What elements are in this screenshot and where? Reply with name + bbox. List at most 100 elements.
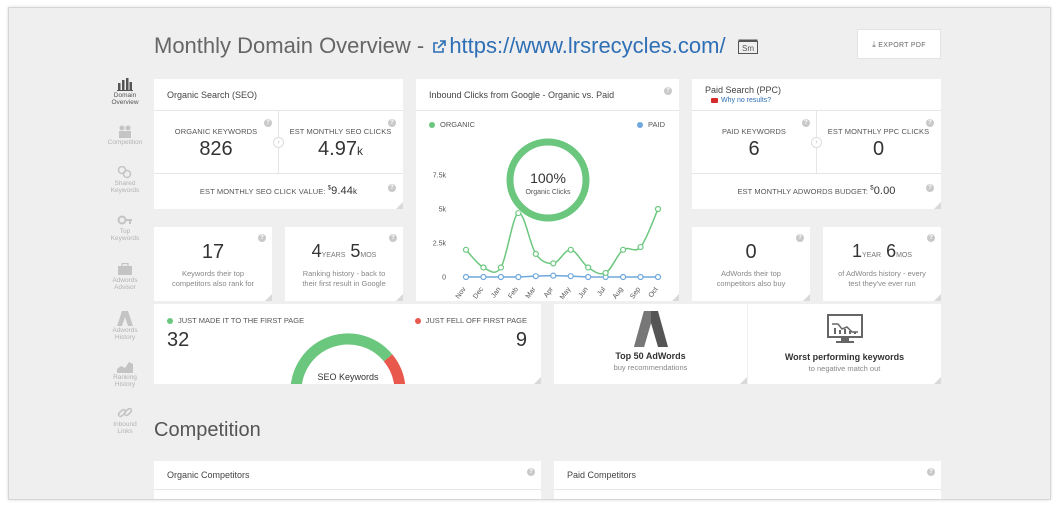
sidebar-item-inbound-links[interactable]: Inbound Links [105,405,145,435]
sidebar-item-label: Links [117,428,133,435]
donut-percent: 100% [530,170,566,186]
sidebar-item-adwords-advisor[interactable]: Adwords Advisor [105,263,145,291]
export-pdf-label: EXPORT PDF [878,42,926,49]
adwords-logo-icon [117,311,133,326]
organic-competitors-card: Organic Competitors ? [154,461,541,499]
help-icon[interactable]: ? [927,468,935,476]
help-icon[interactable]: ? [527,468,535,476]
monitor-chart-icon [827,314,863,343]
card-title: Organic Search (SEO) [167,90,258,100]
adwords-years-unit: YEAR [861,252,882,259]
sidebar-item-label: Keywords [110,235,140,242]
key-icon [117,215,132,225]
help-icon[interactable]: ? [802,119,810,127]
data-point-paid [567,273,574,280]
sidebar-item-label: Competition [107,139,143,146]
adwords-years: 1 [851,241,862,261]
link-icon [117,407,133,418]
worst-keywords-subtitle: to negative match out [808,364,881,373]
paid-keywords-value: 6 [748,138,760,160]
sidebar-item-shared-keywords[interactable]: Shared Keywords [105,166,145,194]
shared-keywords-icon [117,166,132,179]
seo-clicks-label: EST MONTHLY SEO CLICKS [289,127,392,136]
data-point-paid [515,273,522,281]
sidebar-item-ranking-history[interactable]: Ranking History [105,360,145,388]
external-link-icon[interactable] [432,40,447,54]
top50-subtitle: buy recommendations [613,363,688,372]
youtube-icon [711,97,718,103]
help-icon[interactable]: ? [926,119,934,127]
data-point-organic [585,264,592,271]
data-point-paid [532,273,539,280]
organic-keywords-value: 826 [199,138,233,160]
competitor-adwords-card[interactable]: ? 0 AdWords their top competitors also b… [692,227,810,301]
sidebar-item-label: Adwords [112,327,138,334]
sm-badge[interactable]: Sm [737,34,758,60]
competitor-keywords-text: Keywords their top [181,269,245,278]
competitor-adwords-value: 0 [745,241,757,263]
sidebar-item-label: History [114,334,136,341]
help-icon[interactable]: ? [388,119,396,127]
data-point-paid [585,273,592,281]
data-point-paid [550,272,557,279]
data-point-organic [497,264,505,271]
sm-badge-text: Sm [742,44,754,53]
x-tick-label: Jul [596,286,607,298]
adwords-budget-row: EST MONTHLY ADWORDS BUDGET: $0.00 [692,185,941,197]
ranking-history-card[interactable]: ? 4YEARS 5MOS Ranking history - back to … [285,227,403,301]
adwords-months: 6 [886,241,897,261]
top50-adwords-card[interactable]: Top 50 AdWords buy recommendations [554,304,747,384]
data-point-paid [637,273,644,281]
sidebar-item-label: Top [119,228,131,235]
data-point-paid [480,273,487,281]
y-tick-label: 5k [439,207,447,214]
inbound-clicks-card: Inbound Clicks from Google - Organic vs.… [416,79,679,301]
sidebar-item-competition[interactable]: Competition [105,125,145,146]
x-tick-label: Feb [507,286,520,300]
first-page-card[interactable]: JUST MADE IT TO THE FIRST PAGE 32 JUST F… [154,304,541,384]
sidebar-item-top-keywords[interactable]: Top Keywords [105,214,145,242]
data-point-organic [654,205,662,213]
competitor-keywords-card[interactable]: ? 17 Keywords their top competitors also… [154,227,272,301]
ppc-clicks-value: 0 [872,138,885,160]
sidebar-item-adwords-history[interactable]: Adwords History [105,311,145,341]
why-no-results-link[interactable]: Why no results? [711,97,771,104]
data-point-organic [567,246,574,253]
pdf-icon: ⤓ [872,40,877,49]
domain-link[interactable]: https://www.lrsrecycles.com/ [449,33,725,58]
help-icon[interactable]: ? [926,184,934,192]
competitor-keywords-value: 17 [201,241,225,263]
adwords-history-card[interactable]: ? 1YEAR 6MOS of AdWords history - every … [823,227,941,301]
export-pdf-button[interactable]: ⤓ EXPORT PDF [857,29,941,59]
seo-keywords-gauge: SEO Keywords [290,333,406,384]
ranking-history-duration: 4YEARS 5MOS [285,241,403,262]
y-tick-label: 7.5k [433,173,447,180]
card-title: Paid Search (PPC) [705,85,782,95]
ranking-history-text: their first result in Google [302,279,386,288]
area-chart-icon [117,362,133,373]
x-tick-label: Apr [543,286,555,299]
adwords-months-unit: MOS [896,252,913,259]
sidebar-item-label: Adwords [112,277,138,284]
worst-keywords-card[interactable]: Worst performing keywords to negative ma… [748,304,941,384]
x-tick-label: Jun [578,286,590,299]
data-point-paid [497,273,505,281]
top50-title: Top 50 AdWords [615,351,686,361]
sidebar-item-label: Advisor [114,284,136,291]
ranking-months: 5 [350,241,361,261]
data-point-organic [637,243,644,251]
data-point-paid [619,273,627,281]
organic-keywords-label: ORGANIC KEYWORDS [174,127,258,136]
data-point-organic [480,264,487,271]
help-icon[interactable]: ? [264,119,272,127]
sidebar-item-domain-overview[interactable]: Domain Overview [105,78,145,106]
help-icon[interactable]: ? [388,184,396,192]
x-tick-label: May [559,286,573,301]
worst-keywords-title: Worst performing keywords [784,352,905,362]
ranking-history-text: Ranking history - back to [302,269,386,278]
clicks-line-chart: 0 2.5k 5k 7.5k Nov Dec Jan Feb Mar Apr May Jun Jul Au… [433,138,662,301]
card-title: Paid Competitors [567,470,637,480]
bar-chart-icon [117,78,133,91]
x-tick-label: Aug [612,286,625,300]
sm-logo-icon: Sm [737,39,758,55]
